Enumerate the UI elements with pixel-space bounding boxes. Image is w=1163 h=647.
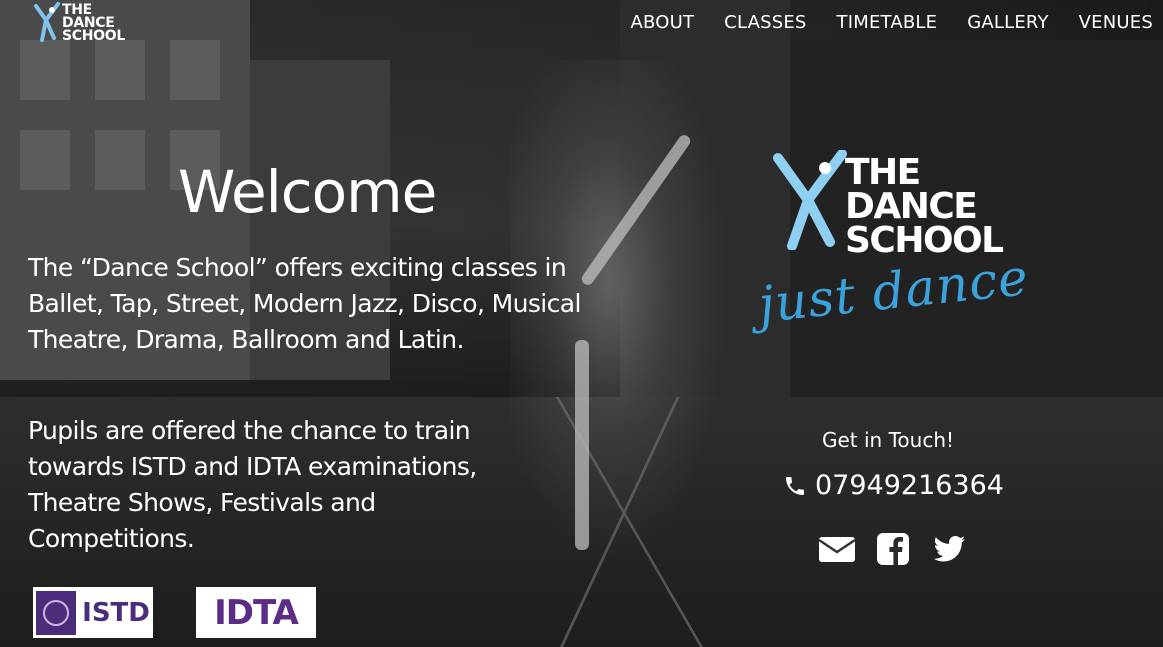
page-title: Welcome	[178, 158, 437, 226]
twitter-icon[interactable]	[930, 532, 968, 566]
nav-about[interactable]: ABOUT	[630, 12, 694, 33]
phone-link[interactable]: 07949216364	[783, 470, 1004, 501]
istd-label: ISTD	[82, 597, 150, 628]
idta-label: IDTA	[214, 592, 299, 633]
brand-line-1: THE	[845, 152, 921, 193]
dancer-logo-icon	[773, 150, 847, 250]
header-logo[interactable]: THE DANCE SCHOOL	[32, 2, 142, 46]
main-nav: ABOUT CLASSES TIMETABLE GALLERY VENUES	[630, 12, 1153, 33]
nav-classes[interactable]: CLASSES	[724, 12, 806, 33]
facebook-icon[interactable]	[874, 532, 912, 566]
contact-heading: Get in Touch!	[822, 428, 955, 452]
dancer-logo-icon	[34, 2, 60, 42]
exams-paragraph: Pupils are offered the chance to train t…	[28, 416, 477, 553]
intro-paragraph: The “Dance School” offers exciting class…	[28, 253, 581, 354]
istd-badge[interactable]: ISTD	[33, 587, 153, 638]
envelope-icon[interactable]	[818, 532, 856, 566]
brand-line-2: DANCE	[845, 186, 978, 227]
phone-number: 07949216364	[815, 470, 1004, 501]
nav-gallery[interactable]: GALLERY	[967, 12, 1048, 33]
phone-icon	[786, 476, 804, 495]
brand-logo: THE DANCE SCHOOL	[770, 150, 1030, 260]
nav-timetable[interactable]: TIMETABLE	[837, 12, 938, 33]
logo-line-3: SCHOOL	[62, 28, 125, 44]
istd-seal-icon	[36, 590, 77, 635]
nav-venues[interactable]: VENUES	[1079, 12, 1153, 33]
idta-badge[interactable]: IDTA	[196, 587, 316, 638]
social-links	[818, 532, 968, 566]
